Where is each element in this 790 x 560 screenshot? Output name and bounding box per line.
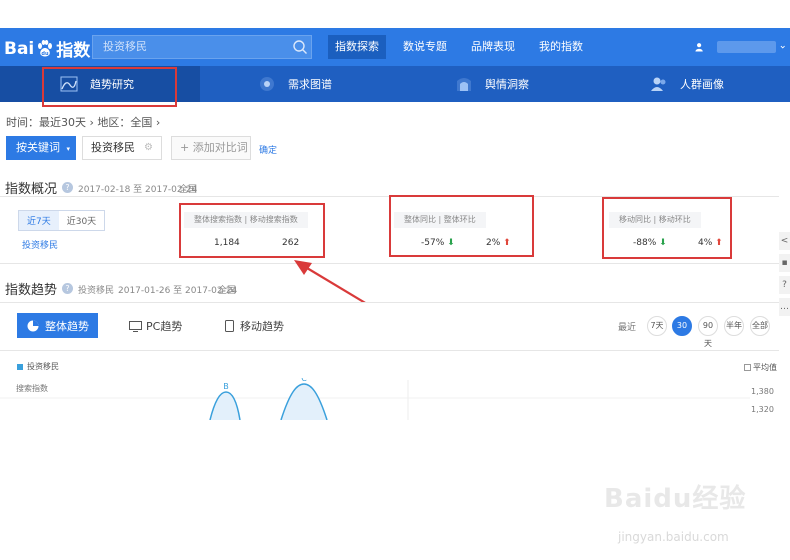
keyword-tag-label: 投资移民 bbox=[91, 141, 135, 154]
legend-label[interactable]: 投资移民 bbox=[27, 361, 59, 372]
overview-title-text: 指数概况 bbox=[5, 182, 58, 197]
monitor-icon bbox=[129, 320, 142, 332]
trend-peak-b bbox=[209, 391, 241, 420]
keyword-mode-label: 按关键词 bbox=[16, 141, 60, 154]
range-7-days[interactable]: 7天 bbox=[647, 316, 667, 336]
pc-trend-label: PC趋势 bbox=[146, 320, 183, 333]
search-icon[interactable] bbox=[292, 39, 308, 55]
range-all[interactable]: 全部 bbox=[750, 316, 770, 336]
tab-sentiment-insight-label: 舆情洞察 bbox=[485, 78, 529, 91]
nav-index-explore[interactable]: 指数探索 bbox=[328, 35, 386, 59]
overall-trend-label: 整体趋势 bbox=[45, 319, 89, 333]
tab-pc-trend[interactable]: PC趋势 bbox=[129, 318, 182, 334]
trend-title-text: 指数趋势 bbox=[5, 283, 58, 298]
caret-down-icon: ▾ bbox=[66, 145, 71, 153]
period-tabs: 近7天 近30天 bbox=[18, 210, 106, 231]
overview-region: 全国 bbox=[179, 185, 198, 195]
chat-icon[interactable]: … bbox=[779, 298, 790, 316]
feedback-icon[interactable]: ▪ bbox=[779, 254, 790, 272]
logo-text-left: Bai bbox=[4, 38, 35, 59]
trend-title: 指数趋势 ? bbox=[5, 279, 74, 298]
average-checkbox[interactable] bbox=[744, 364, 751, 371]
keyword-mode-button[interactable]: 按关键词 ▾ bbox=[6, 136, 76, 160]
range-half-year[interactable]: 半年 bbox=[724, 316, 744, 336]
highlight-box-search-index bbox=[179, 203, 325, 258]
legend-swatch bbox=[17, 364, 23, 370]
tab-sentiment-insight[interactable]: 舆情洞察 bbox=[455, 66, 529, 102]
svg-text:du: du bbox=[42, 51, 50, 57]
average-label: 平均值 bbox=[753, 363, 777, 372]
chevron-down-icon bbox=[780, 45, 785, 49]
nav-brand-performance[interactable]: 品牌表现 bbox=[464, 35, 522, 59]
username-redacted bbox=[717, 41, 776, 53]
mobile-phone-icon bbox=[225, 320, 234, 332]
baidu-paw-icon: du bbox=[38, 39, 53, 57]
confirm-button[interactable]: 确定 bbox=[259, 143, 277, 156]
panel-divider bbox=[0, 350, 779, 351]
range-90-days[interactable]: 90天 bbox=[698, 316, 718, 348]
help-icon[interactable]: ? bbox=[62, 182, 74, 193]
overview-keyword-link[interactable]: 投资移民 bbox=[22, 238, 58, 251]
tab-mobile-trend[interactable]: 移动趋势 bbox=[225, 318, 284, 334]
range-label: 最近 bbox=[618, 323, 637, 333]
audience-icon bbox=[651, 77, 666, 91]
top-nav-bar: Bai du 指数 投资移民 指数探索 数说专题 品牌表现 我的指数 bbox=[0, 28, 790, 66]
side-toolbar: < ▪ ? … bbox=[779, 232, 790, 320]
sentiment-icon bbox=[457, 78, 471, 91]
user-menu[interactable] bbox=[695, 39, 785, 55]
nav-my-index[interactable]: 我的指数 bbox=[532, 35, 590, 59]
watermark-url: jingyan.baidu.com bbox=[618, 530, 729, 544]
highlight-box-mobile-compare bbox=[602, 197, 732, 259]
tab-demand-graph[interactable]: 需求图谱 bbox=[258, 66, 332, 102]
trend-keyword: 投资移民 bbox=[78, 286, 115, 296]
add-compare-button[interactable]: + 添加对比词 bbox=[171, 136, 251, 160]
range-30-days[interactable]: 30天 bbox=[672, 316, 692, 348]
tab-audience-profile[interactable]: 人群画像 bbox=[650, 66, 724, 102]
highlight-box-trend-tab bbox=[42, 67, 177, 107]
logo-text-right: 指数 bbox=[56, 41, 91, 61]
baidu-index-logo[interactable]: Bai du 指数 bbox=[4, 36, 91, 62]
gear-icon[interactable]: ⚙ bbox=[144, 137, 153, 159]
keyword-tag[interactable]: 投资移民 ⚙ bbox=[82, 136, 162, 160]
search-input[interactable]: 投资移民 bbox=[92, 35, 312, 59]
help-icon[interactable]: ? bbox=[62, 283, 74, 294]
pie-chart-icon bbox=[27, 320, 39, 331]
mobile-trend-label: 移动趋势 bbox=[240, 320, 284, 333]
tab-30-days[interactable]: 近30天 bbox=[59, 211, 104, 230]
tab-demand-graph-label: 需求图谱 bbox=[288, 78, 332, 91]
breadcrumb[interactable]: 时间：最近30天 › 地区：全国 › bbox=[6, 114, 160, 130]
help-icon[interactable]: ? bbox=[779, 276, 790, 294]
peak-label-c: C bbox=[301, 378, 307, 383]
tab-overall-trend[interactable]: 整体趋势 bbox=[17, 313, 98, 338]
trend-region: 全国 bbox=[218, 286, 237, 296]
peak-label-b: B bbox=[223, 382, 229, 391]
watermark-text: Baidu经验 bbox=[604, 484, 747, 514]
share-icon[interactable]: < bbox=[779, 232, 790, 250]
trend-peak-c bbox=[280, 383, 328, 420]
highlight-box-overall-compare bbox=[389, 195, 534, 257]
trend-line-chart: B C bbox=[0, 378, 750, 420]
nav-data-topics[interactable]: 数说专题 bbox=[396, 35, 454, 59]
tab-audience-profile-label: 人群画像 bbox=[680, 78, 724, 91]
overview-title: 指数概况 ? bbox=[5, 178, 74, 197]
tab-7-days[interactable]: 近7天 bbox=[19, 211, 59, 230]
demand-graph-icon bbox=[260, 77, 274, 91]
user-icon bbox=[695, 43, 703, 52]
